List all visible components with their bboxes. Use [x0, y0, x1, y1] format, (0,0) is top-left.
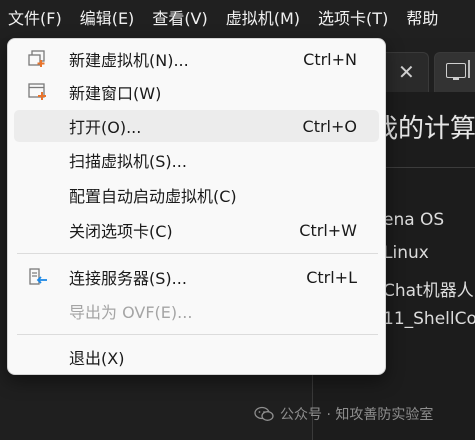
file-menu: 新建虚拟机(N)... Ctrl+N 新建窗口(W) 打开(O)... Ctrl…: [7, 38, 386, 375]
vm-list-item[interactable]: 11_ShellCo: [383, 309, 475, 329]
menu-separator: [17, 253, 378, 254]
menu-help[interactable]: 帮助: [396, 0, 438, 38]
vm-list-item[interactable]: ena OS: [383, 210, 444, 230]
close-icon[interactable]: ✕: [398, 60, 415, 84]
menu-edit[interactable]: 编辑(E): [70, 0, 135, 38]
menu-item-new-vm[interactable]: 新建虚拟机(N)... Ctrl+N: [14, 43, 379, 75]
menu-separator: [17, 334, 378, 335]
watermark-text: 公众号 · 知攻善防实验室: [280, 407, 434, 423]
menu-item-label: 打开(O)...: [69, 118, 142, 137]
watermark: 公众号 · 知攻善防实验室: [254, 404, 433, 424]
menu-vm[interactable]: 虚拟机(M): [216, 0, 300, 38]
menu-item-label: 配置自动启动虚拟机(C): [69, 187, 237, 206]
menu-item-label: 退出(X): [69, 349, 125, 368]
menu-item-label: 扫描虚拟机(S)...: [69, 152, 187, 171]
vm-list-item[interactable]: Chat机器人: [383, 276, 474, 301]
divider: [372, 167, 475, 168]
menu-item-label: 新建窗口(W): [69, 84, 162, 103]
vm-list-item[interactable]: Linux: [383, 243, 429, 263]
shortcut-label: Ctrl+O: [302, 116, 357, 136]
shortcut-label: Ctrl+W: [299, 220, 357, 240]
menu-item-close-tab[interactable]: 关闭选项卡(C) Ctrl+W: [14, 214, 379, 246]
shortcut-label: Ctrl+L: [306, 267, 357, 287]
menu-item-connect-server[interactable]: 连接服务器(S)... Ctrl+L: [14, 261, 379, 293]
menu-item-label: 导出为 OVF(E)...: [69, 303, 193, 322]
menu-item-new-window[interactable]: 新建窗口(W): [14, 76, 379, 108]
menu-item-exit[interactable]: 退出(X): [14, 341, 379, 373]
new-vm-icon: [28, 50, 45, 67]
new-window-icon: [28, 83, 46, 100]
monitor-icon: [446, 63, 466, 80]
menu-item-label: 关闭选项卡(C): [69, 222, 173, 241]
menu-tabs[interactable]: 选项卡(T): [308, 0, 388, 38]
menu-bar: 文件(F) 编辑(E) 查看(V) 虚拟机(M) 选项卡(T) 帮助: [0, 0, 475, 38]
connect-server-icon: [29, 268, 47, 285]
menu-item-scan-vm[interactable]: 扫描虚拟机(S)...: [14, 144, 379, 176]
shortcut-label: Ctrl+N: [303, 49, 357, 69]
menu-item-label: 连接服务器(S)...: [69, 269, 187, 288]
menu-item-label: 新建虚拟机(N)...: [69, 51, 189, 70]
menu-item-autostart[interactable]: 配置自动启动虚拟机(C): [14, 179, 379, 211]
menu-item-export-ovf: 导出为 OVF(E)...: [14, 295, 379, 327]
wechat-icon: [254, 406, 274, 421]
page-title: 我的计算: [372, 114, 475, 144]
menu-view[interactable]: 查看(V): [142, 0, 207, 38]
menu-file[interactable]: 文件(F): [0, 0, 62, 38]
menu-item-open[interactable]: 打开(O)... Ctrl+O: [14, 110, 379, 142]
tab-label-partial: [468, 60, 475, 78]
